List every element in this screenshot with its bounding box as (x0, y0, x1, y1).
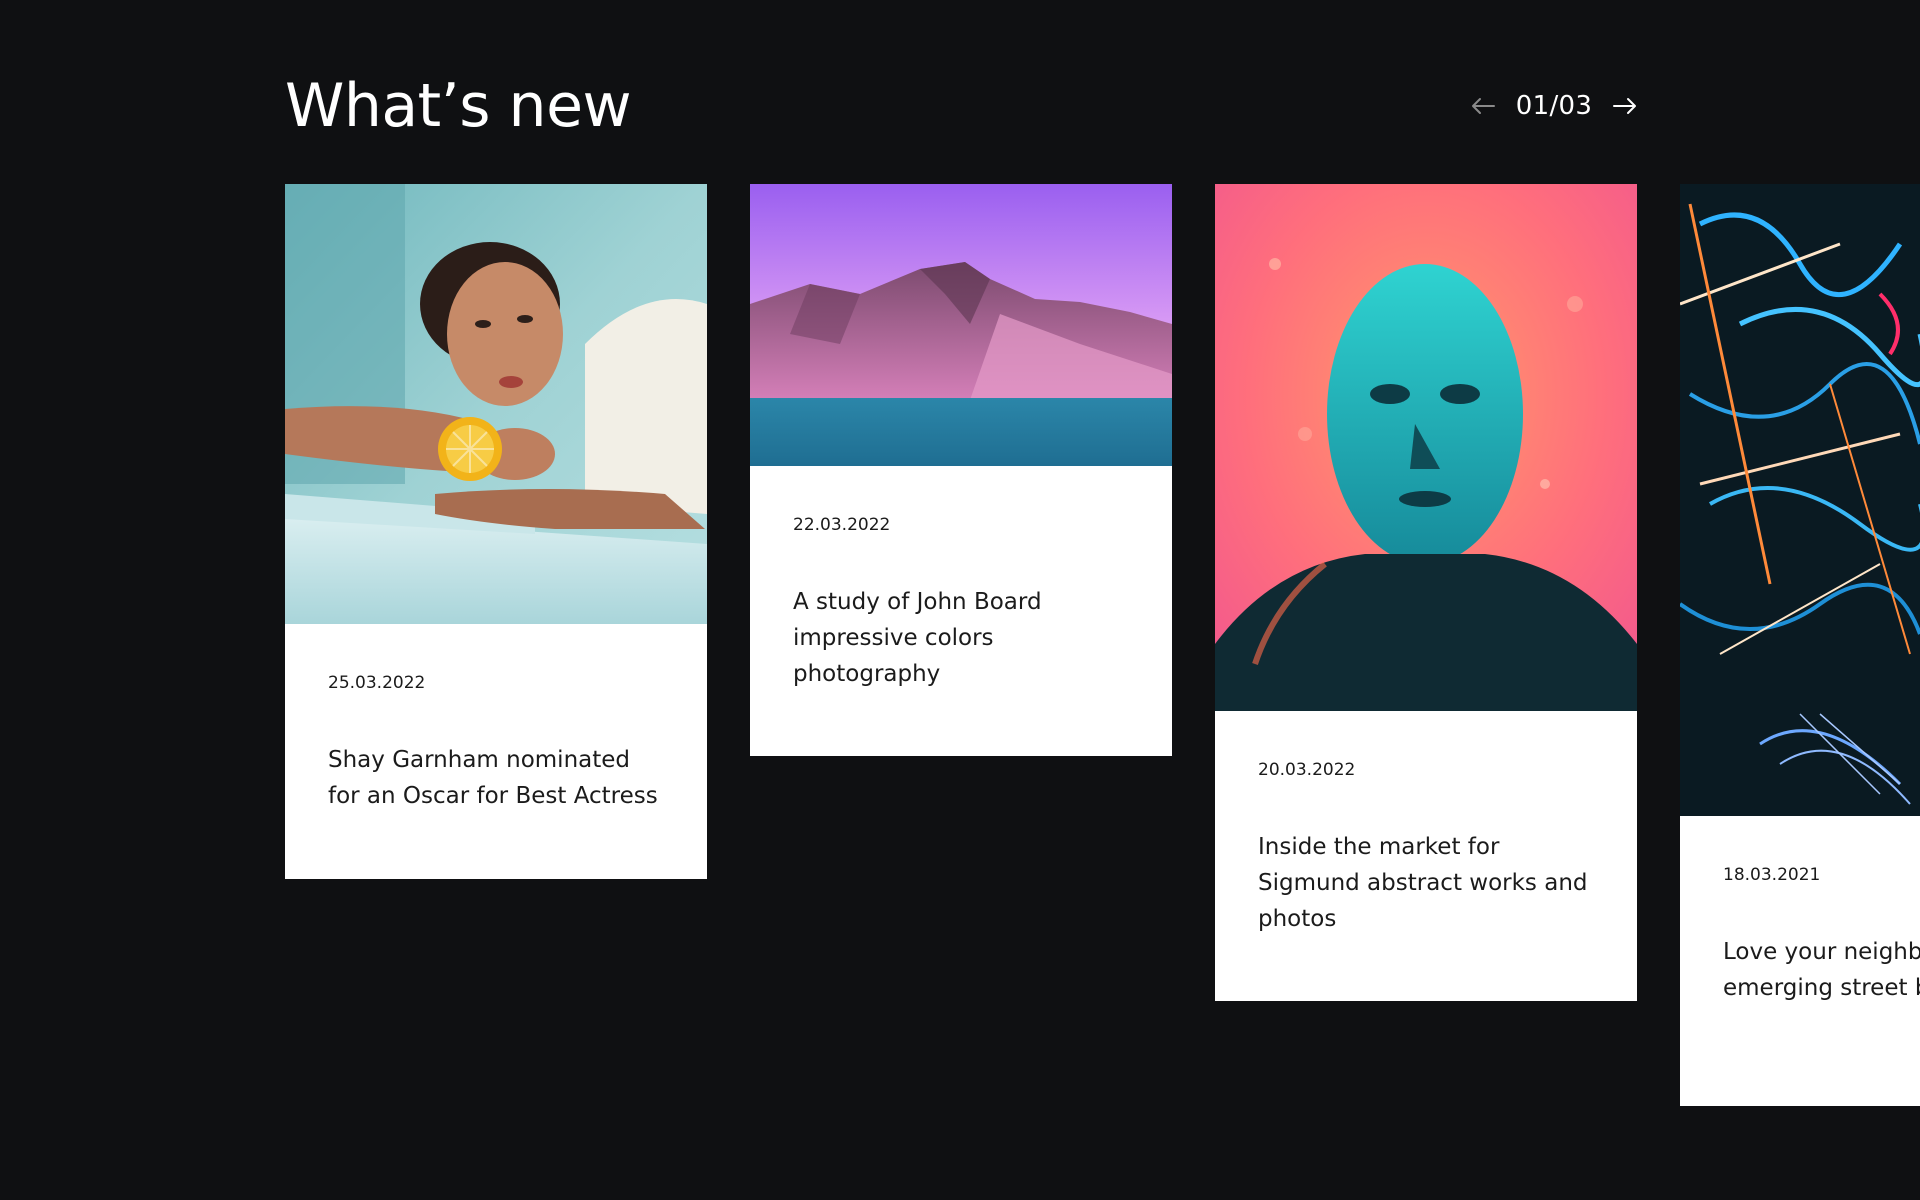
card-headline: Shay Garnham nominated for an Oscar for … (328, 747, 658, 809)
pink-mountain-lake-image (750, 184, 1172, 466)
next-button[interactable] (1610, 91, 1640, 121)
face-behind-wet-glass-image (1215, 184, 1637, 711)
card-date: 18.03.2021 (1723, 865, 1821, 885)
news-card[interactable]: 25.03.2022 Shay Garnham nominated for an… (285, 184, 707, 879)
news-card[interactable]: 18.03.2021 Love your neighbour new emerg… (1680, 184, 1920, 1106)
news-card[interactable]: 20.03.2022 Inside the market for Sigmund… (1215, 184, 1637, 1001)
news-card[interactable]: 22.03.2022 A study of John Board impress… (750, 184, 1172, 756)
pager: 01/03 (1468, 86, 1640, 126)
section-title: What’s new (285, 71, 632, 141)
card-date: 25.03.2022 (328, 673, 426, 693)
card-date: 20.03.2022 (1258, 760, 1356, 780)
page-counter: 01/03 (1515, 91, 1593, 121)
prev-button[interactable] (1468, 91, 1498, 121)
card-headline: A study of John Board impressive colors … (793, 589, 1042, 687)
portrait-woman-lemon-image (285, 184, 707, 624)
neon-lights-abstract-image (1680, 184, 1920, 816)
arrow-right-icon (1613, 98, 1636, 114)
card-headline: Love your neighbour new emerging street … (1723, 939, 1920, 1001)
card-date: 22.03.2022 (793, 515, 891, 535)
card-headline: Inside the market for Sigmund abstract w… (1258, 834, 1588, 932)
arrow-left-icon (1472, 98, 1495, 114)
